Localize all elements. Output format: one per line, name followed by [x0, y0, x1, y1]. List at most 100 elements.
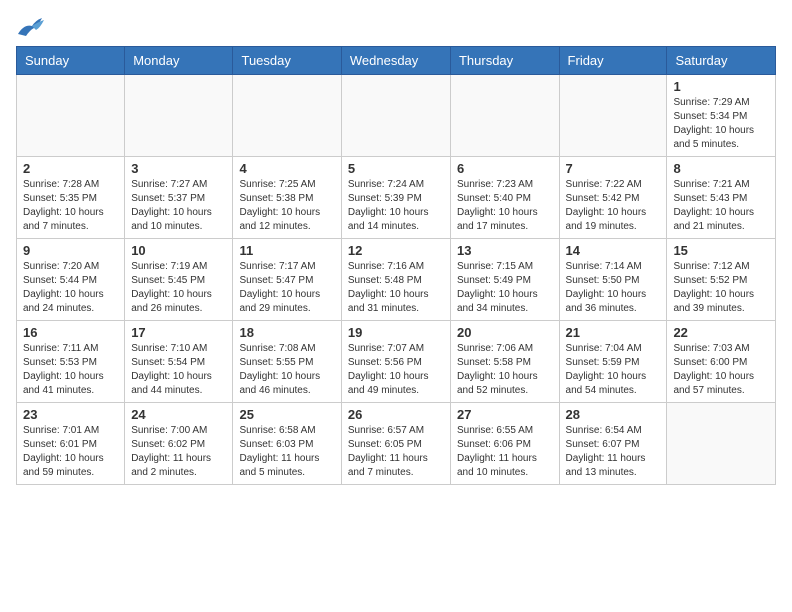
day-info: Sunrise: 7:14 AM Sunset: 5:50 PM Dayligh… [566, 260, 661, 316]
day-info: Sunrise: 7:27 AM Sunset: 5:37 PM Dayligh… [131, 178, 226, 234]
calendar-day-cell: 18 Sunrise: 7:08 AM Sunset: 5:55 PM Dayli… [233, 321, 341, 403]
calendar-day-cell: 17 Sunrise: 7:10 AM Sunset: 5:54 PM Dayli… [125, 321, 233, 403]
day-number: 28 [566, 407, 661, 422]
day-info: Sunrise: 7:08 AM Sunset: 5:55 PM Dayligh… [239, 342, 334, 398]
calendar-week-row: 1 Sunrise: 7:29 AM Sunset: 5:34 PM Daylig… [17, 75, 776, 157]
day-number: 1 [673, 79, 769, 94]
calendar-day-cell: 23 Sunrise: 7:01 AM Sunset: 6:01 PM Dayli… [17, 403, 125, 485]
day-number: 7 [566, 161, 661, 176]
day-number: 26 [348, 407, 444, 422]
calendar-day-cell: 13 Sunrise: 7:15 AM Sunset: 5:49 PM Dayli… [450, 239, 559, 321]
day-info: Sunrise: 7:22 AM Sunset: 5:42 PM Dayligh… [566, 178, 661, 234]
day-of-week-header: Saturday [667, 47, 776, 75]
day-number: 9 [23, 243, 118, 258]
calendar-day-cell: 20 Sunrise: 7:06 AM Sunset: 5:58 PM Dayli… [450, 321, 559, 403]
day-number: 4 [239, 161, 334, 176]
day-info: Sunrise: 7:24 AM Sunset: 5:39 PM Dayligh… [348, 178, 444, 234]
day-info: Sunrise: 7:04 AM Sunset: 5:59 PM Dayligh… [566, 342, 661, 398]
day-info: Sunrise: 6:55 AM Sunset: 6:06 PM Dayligh… [457, 424, 553, 480]
calendar-day-cell: 19Sunrise: 7:07 AM Sunset: 5:56 PM Dayli… [341, 321, 450, 403]
calendar-day-cell [233, 75, 341, 157]
calendar-day-cell: 26 Sunrise: 6:57 AM Sunset: 6:05 PM Dayli… [341, 403, 450, 485]
calendar-day-cell: 8Sunrise: 7:21 AM Sunset: 5:43 PM Daylig… [667, 157, 776, 239]
calendar-day-cell: 25 Sunrise: 6:58 AM Sunset: 6:03 PM Dayli… [233, 403, 341, 485]
day-info: Sunrise: 7:10 AM Sunset: 5:54 PM Dayligh… [131, 342, 226, 398]
day-number: 13 [457, 243, 553, 258]
day-number: 3 [131, 161, 226, 176]
day-info: Sunrise: 7:00 AM Sunset: 6:02 PM Dayligh… [131, 424, 226, 480]
calendar-week-row: 9 Sunrise: 7:20 AM Sunset: 5:44 PM Daylig… [17, 239, 776, 321]
day-info: Sunrise: 7:20 AM Sunset: 5:44 PM Dayligh… [23, 260, 118, 316]
logo [16, 16, 48, 38]
day-number: 15 [673, 243, 769, 258]
calendar-day-cell: 6 Sunrise: 7:23 AM Sunset: 5:40 PM Daylig… [450, 157, 559, 239]
calendar-day-cell: 24 Sunrise: 7:00 AM Sunset: 6:02 PM Dayli… [125, 403, 233, 485]
day-number: 6 [457, 161, 553, 176]
calendar-day-cell: 4 Sunrise: 7:25 AM Sunset: 5:38 PM Daylig… [233, 157, 341, 239]
day-info: Sunrise: 7:03 AM Sunset: 6:00 PM Dayligh… [673, 342, 769, 398]
day-of-week-header: Monday [125, 47, 233, 75]
day-info: Sunrise: 6:54 AM Sunset: 6:07 PM Dayligh… [566, 424, 661, 480]
day-info: Sunrise: 6:57 AM Sunset: 6:05 PM Dayligh… [348, 424, 444, 480]
day-info: Sunrise: 6:58 AM Sunset: 6:03 PM Dayligh… [239, 424, 334, 480]
day-number: 14 [566, 243, 661, 258]
calendar-day-cell: 2 Sunrise: 7:28 AM Sunset: 5:35 PM Daylig… [17, 157, 125, 239]
calendar-day-cell: 11 Sunrise: 7:17 AM Sunset: 5:47 PM Dayli… [233, 239, 341, 321]
day-info: Sunrise: 7:06 AM Sunset: 5:58 PM Dayligh… [457, 342, 553, 398]
day-number: 17 [131, 325, 226, 340]
calendar-day-cell [667, 403, 776, 485]
day-number: 10 [131, 243, 226, 258]
calendar-day-cell [125, 75, 233, 157]
day-info: Sunrise: 7:16 AM Sunset: 5:48 PM Dayligh… [348, 260, 444, 316]
day-number: 20 [457, 325, 553, 340]
day-number: 16 [23, 325, 118, 340]
calendar-day-cell: 12Sunrise: 7:16 AM Sunset: 5:48 PM Dayli… [341, 239, 450, 321]
day-info: Sunrise: 7:29 AM Sunset: 5:34 PM Dayligh… [673, 96, 769, 152]
calendar-day-cell: 3 Sunrise: 7:27 AM Sunset: 5:37 PM Daylig… [125, 157, 233, 239]
day-info: Sunrise: 7:17 AM Sunset: 5:47 PM Dayligh… [239, 260, 334, 316]
calendar-day-cell: 16 Sunrise: 7:11 AM Sunset: 5:53 PM Dayli… [17, 321, 125, 403]
calendar-day-cell: 7 Sunrise: 7:22 AM Sunset: 5:42 PM Daylig… [559, 157, 667, 239]
day-number: 21 [566, 325, 661, 340]
day-number: 22 [673, 325, 769, 340]
day-info: Sunrise: 7:12 AM Sunset: 5:52 PM Dayligh… [673, 260, 769, 316]
day-info: Sunrise: 7:28 AM Sunset: 5:35 PM Dayligh… [23, 178, 118, 234]
day-info: Sunrise: 7:25 AM Sunset: 5:38 PM Dayligh… [239, 178, 334, 234]
page-header [16, 16, 776, 38]
day-number: 25 [239, 407, 334, 422]
calendar-day-cell: 27Sunrise: 6:55 AM Sunset: 6:06 PM Dayli… [450, 403, 559, 485]
day-number: 23 [23, 407, 118, 422]
day-number: 24 [131, 407, 226, 422]
day-info: Sunrise: 7:07 AM Sunset: 5:56 PM Dayligh… [348, 342, 444, 398]
calendar-week-row: 16 Sunrise: 7:11 AM Sunset: 5:53 PM Dayli… [17, 321, 776, 403]
day-of-week-header: Tuesday [233, 47, 341, 75]
calendar-day-cell: 10 Sunrise: 7:19 AM Sunset: 5:45 PM Dayli… [125, 239, 233, 321]
calendar-day-cell [341, 75, 450, 157]
calendar-day-cell: 5 Sunrise: 7:24 AM Sunset: 5:39 PM Daylig… [341, 157, 450, 239]
day-info: Sunrise: 7:11 AM Sunset: 5:53 PM Dayligh… [23, 342, 118, 398]
calendar-day-cell: 22 Sunrise: 7:03 AM Sunset: 6:00 PM Dayli… [667, 321, 776, 403]
day-of-week-header: Friday [559, 47, 667, 75]
day-number: 11 [239, 243, 334, 258]
calendar-week-row: 23 Sunrise: 7:01 AM Sunset: 6:01 PM Dayli… [17, 403, 776, 485]
day-info: Sunrise: 7:21 AM Sunset: 5:43 PM Dayligh… [673, 178, 769, 234]
day-number: 2 [23, 161, 118, 176]
logo-bird-icon [16, 16, 44, 38]
day-info: Sunrise: 7:01 AM Sunset: 6:01 PM Dayligh… [23, 424, 118, 480]
calendar-day-cell: 28 Sunrise: 6:54 AM Sunset: 6:07 PM Dayli… [559, 403, 667, 485]
day-number: 18 [239, 325, 334, 340]
calendar-day-cell: 21 Sunrise: 7:04 AM Sunset: 5:59 PM Dayli… [559, 321, 667, 403]
day-info: Sunrise: 7:15 AM Sunset: 5:49 PM Dayligh… [457, 260, 553, 316]
day-number: 5 [348, 161, 444, 176]
calendar-day-cell: 9 Sunrise: 7:20 AM Sunset: 5:44 PM Daylig… [17, 239, 125, 321]
day-info: Sunrise: 7:23 AM Sunset: 5:40 PM Dayligh… [457, 178, 553, 234]
day-of-week-header: Wednesday [341, 47, 450, 75]
calendar-day-cell [450, 75, 559, 157]
calendar-day-cell: 1 Sunrise: 7:29 AM Sunset: 5:34 PM Daylig… [667, 75, 776, 157]
day-info: Sunrise: 7:19 AM Sunset: 5:45 PM Dayligh… [131, 260, 226, 316]
calendar-day-cell: 14 Sunrise: 7:14 AM Sunset: 5:50 PM Dayli… [559, 239, 667, 321]
calendar-day-cell: 15 Sunrise: 7:12 AM Sunset: 5:52 PM Dayli… [667, 239, 776, 321]
calendar-header-row: SundayMondayTuesdayWednesdayThursdayFrid… [17, 47, 776, 75]
calendar-day-cell [17, 75, 125, 157]
calendar-table: SundayMondayTuesdayWednesdayThursdayFrid… [16, 46, 776, 485]
